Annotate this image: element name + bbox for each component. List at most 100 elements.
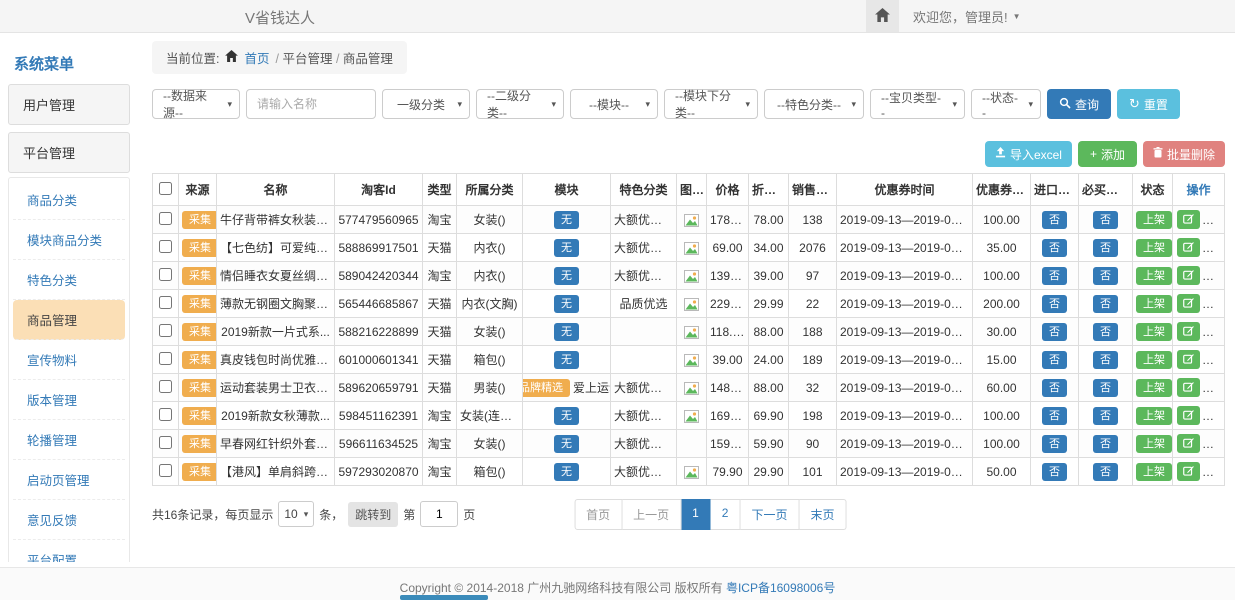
row-checkbox[interactable]: [159, 268, 172, 281]
filter-select[interactable]: --模块下分类--▾: [664, 89, 758, 119]
edit-button[interactable]: [1177, 350, 1200, 369]
sidebar-item-宣传物料[interactable]: 宣传物料: [13, 340, 125, 380]
module-badge: 无: [554, 267, 579, 285]
taoke-id: 598451162391: [335, 402, 423, 430]
status-badge[interactable]: 上架: [1136, 435, 1172, 453]
pager-button-上一页[interactable]: 上一页: [622, 499, 681, 530]
sidebar-item-意见反馈[interactable]: 意见反馈: [13, 500, 125, 540]
import-select-toggle[interactable]: 否: [1042, 323, 1067, 341]
add-button[interactable]: + 添加: [1078, 141, 1137, 167]
sidebar-group-平台管理[interactable]: 平台管理: [8, 132, 130, 173]
edit-button[interactable]: [1177, 462, 1200, 481]
reset-button[interactable]: ↻重置: [1117, 89, 1180, 119]
icp-link[interactable]: 粤ICP备16098006号: [726, 581, 835, 595]
pager-button-末页[interactable]: 末页: [799, 499, 846, 530]
pager-button-下一页[interactable]: 下一页: [740, 499, 799, 530]
jump-button[interactable]: 跳转到: [348, 502, 398, 527]
status-badge[interactable]: 上架: [1136, 295, 1172, 313]
sidebar-item-模块商品分类[interactable]: 模块商品分类: [13, 220, 125, 260]
must-buy-toggle[interactable]: 否: [1093, 379, 1118, 397]
sidebar-item-平台配置[interactable]: 平台配置: [13, 540, 125, 562]
must-buy-toggle[interactable]: 否: [1093, 463, 1118, 481]
must-buy-toggle[interactable]: 否: [1093, 407, 1118, 425]
horizontal-scrollbar-thumb[interactable]: [400, 595, 488, 600]
must-buy-toggle[interactable]: 否: [1093, 435, 1118, 453]
status-badge[interactable]: 上架: [1136, 211, 1172, 229]
row-checkbox[interactable]: [159, 436, 172, 449]
import-select-toggle[interactable]: 否: [1042, 295, 1067, 313]
must-buy-toggle[interactable]: 否: [1093, 351, 1118, 369]
status-badge[interactable]: 上架: [1136, 323, 1172, 341]
import-select-toggle[interactable]: 否: [1042, 407, 1067, 425]
edit-button[interactable]: [1177, 294, 1200, 313]
sidebar-submenu: 商品分类模块商品分类特色分类商品管理宣传物料版本管理轮播管理启动页管理意见反馈平…: [8, 177, 130, 562]
row-checkbox[interactable]: [159, 380, 172, 393]
filter-select[interactable]: --状态--▾: [971, 89, 1041, 119]
edit-button[interactable]: [1177, 210, 1200, 229]
edit-button[interactable]: [1177, 406, 1200, 425]
import-select-toggle[interactable]: 否: [1042, 463, 1067, 481]
sidebar-item-轮播管理[interactable]: 轮播管理: [13, 420, 125, 460]
row-checkbox[interactable]: [159, 352, 172, 365]
sidebar-group-用户管理[interactable]: 用户管理: [8, 84, 130, 125]
import-select-toggle[interactable]: 否: [1042, 379, 1067, 397]
home-button[interactable]: [866, 0, 899, 32]
status-badge[interactable]: 上架: [1136, 239, 1172, 257]
pager-button-1[interactable]: 1: [681, 499, 711, 530]
row-checkbox[interactable]: [159, 464, 172, 477]
feature-category: 品质优选: [611, 290, 677, 318]
status-badge[interactable]: 上架: [1136, 351, 1172, 369]
sidebar-item-商品分类[interactable]: 商品分类: [13, 180, 125, 220]
status-badge[interactable]: 上架: [1136, 463, 1172, 481]
edit-button[interactable]: [1177, 322, 1200, 341]
row-checkbox[interactable]: [159, 324, 172, 337]
edit-button[interactable]: [1177, 238, 1200, 257]
product-name: 早春网红针织外套女春...: [217, 430, 335, 458]
import-select-toggle[interactable]: 否: [1042, 211, 1067, 229]
import-select-toggle[interactable]: 否: [1042, 351, 1067, 369]
bulk-delete-button[interactable]: 批量删除: [1143, 141, 1225, 167]
must-buy-toggle[interactable]: 否: [1093, 211, 1118, 229]
sidebar-item-商品管理[interactable]: 商品管理: [13, 300, 125, 340]
row-checkbox[interactable]: [159, 240, 172, 253]
row-checkbox[interactable]: [159, 408, 172, 421]
filter-select[interactable]: --特色分类--▾: [764, 89, 864, 119]
edit-button[interactable]: [1177, 378, 1200, 397]
row-checkbox-cell: [153, 234, 179, 262]
name-search-input[interactable]: [246, 89, 376, 119]
breadcrumb-item[interactable]: 平台管理: [282, 52, 332, 66]
status-badge[interactable]: 上架: [1136, 379, 1172, 397]
sidebar-item-启动页管理[interactable]: 启动页管理: [13, 460, 125, 500]
import-select-toggle[interactable]: 否: [1042, 267, 1067, 285]
import-select-toggle[interactable]: 否: [1042, 435, 1067, 453]
edit-button[interactable]: [1177, 434, 1200, 453]
sidebar-item-特色分类[interactable]: 特色分类: [13, 260, 125, 300]
page-number-input[interactable]: [420, 501, 458, 527]
import-select-toggle[interactable]: 否: [1042, 239, 1067, 257]
sidebar-item-版本管理[interactable]: 版本管理: [13, 380, 125, 420]
filter-select[interactable]: 一级分类▾: [382, 89, 470, 119]
per-page-select[interactable]: 10 ▾: [278, 501, 314, 527]
edit-button[interactable]: [1177, 266, 1200, 285]
breadcrumb-item[interactable]: 商品管理: [343, 52, 393, 66]
status-badge[interactable]: 上架: [1136, 267, 1172, 285]
breadcrumb-home-link[interactable]: 首页: [244, 48, 269, 67]
must-buy-toggle[interactable]: 否: [1093, 295, 1118, 313]
filter-select[interactable]: --二级分类--▾: [476, 89, 564, 119]
row-checkbox[interactable]: [159, 296, 172, 309]
status-badge[interactable]: 上架: [1136, 407, 1172, 425]
must-buy-toggle[interactable]: 否: [1093, 323, 1118, 341]
must-buy-toggle[interactable]: 否: [1093, 267, 1118, 285]
query-button[interactable]: 查询: [1047, 89, 1111, 119]
filter-select[interactable]: --数据来源--▾: [152, 89, 240, 119]
filter-select[interactable]: --模块--▾: [570, 89, 658, 119]
must-buy-toggle[interactable]: 否: [1093, 239, 1118, 257]
filter-select[interactable]: --宝贝类型--▾: [870, 89, 965, 119]
action-bar: 导入excel + 添加 批量删除: [152, 141, 1225, 167]
import-excel-button[interactable]: 导入excel: [985, 141, 1072, 167]
pager-button-2[interactable]: 2: [711, 499, 741, 530]
pager-button-首页[interactable]: 首页: [574, 499, 622, 530]
row-checkbox[interactable]: [159, 212, 172, 225]
select-all-checkbox[interactable]: [159, 182, 172, 195]
user-menu[interactable]: 欢迎您，管理员! ▼: [913, 7, 1021, 26]
